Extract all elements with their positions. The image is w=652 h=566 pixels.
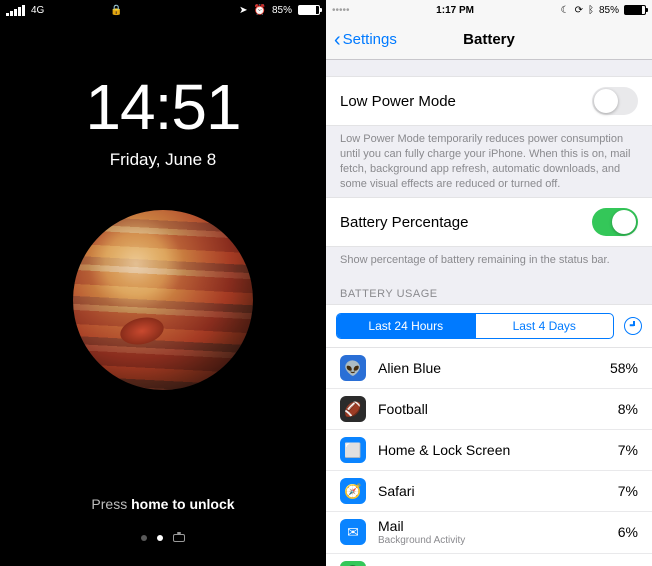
usage-range-row: Last 24 Hours Last 4 Days [326,304,652,348]
battery-settings: ••••• 1:17 PM ☾ ⟳ ᛒ 85% ‹ Settings Batte… [326,0,652,566]
app-row[interactable]: 🏈 Football 8% [326,389,652,430]
status-bar-settings: ••••• 1:17 PM ☾ ⟳ ᛒ 85% [326,0,652,20]
lpm-toggle[interactable] [592,87,638,115]
lock-icon: 🔒 [110,5,122,16]
app-percent: 6% [618,524,638,540]
nav-bar: ‹ Settings Battery [326,20,652,60]
pct-footer: Show percentage of battery remaining in … [326,247,652,274]
app-name: Football [378,402,606,417]
wallpaper-planet [73,210,253,390]
app-icon: 🏈 [340,396,366,422]
app-row[interactable]: 👽 Alien Blue 58% [326,348,652,389]
app-subtitle: Background Activity [378,535,606,546]
dnd-icon: ☾ [561,5,570,16]
app-icon: 💬 [340,561,366,566]
app-name: Safari [378,484,606,499]
page-title: Battery [326,31,652,48]
lpm-footer: Low Power Mode temporarily reduces power… [326,126,652,197]
app-percent: 7% [618,442,638,458]
app-percent: 7% [618,483,638,499]
clock-date: Friday, June 8 [0,150,326,170]
app-name: MailBackground Activity [378,519,606,545]
clock-time: 14:51 [0,70,326,144]
pct-label: Battery Percentage [340,214,468,231]
signal-bars-icon [6,5,25,16]
app-name: Alien Blue [378,361,598,376]
usage-header: Battery Usage [326,274,652,304]
app-icon: ✉ [340,519,366,545]
battery-percentage-cell[interactable]: Battery Percentage [326,197,652,247]
low-power-mode-cell[interactable]: Low Power Mode [326,76,652,126]
app-row[interactable]: 💬Messages6% [326,554,652,566]
app-percent: 8% [618,401,638,417]
app-icon: 🧭 [340,478,366,504]
app-icon: ⬜ [340,437,366,463]
clock-icon[interactable] [624,317,642,335]
lockscreen: 4G 🔒 ➤ ⏰ 85% 14:51 Friday, June 8 Press … [0,0,326,566]
status-bar-lock: 4G 🔒 ➤ ⏰ 85% [0,0,326,20]
lpm-label: Low Power Mode [340,93,456,110]
app-icon: 👽 [340,355,366,381]
app-row[interactable]: ✉ MailBackground Activity 6% [326,512,652,553]
app-row[interactable]: ⬜ Home & Lock Screen 7% [326,430,652,471]
network-label: 4G [31,5,44,16]
app-name: Home & Lock Screen [378,443,606,458]
status-time: 1:17 PM [436,5,474,16]
page-dot[interactable] [141,535,147,541]
pct-toggle[interactable] [592,208,638,236]
alarm-icon: ⏰ [254,5,266,16]
unlock-hint: Press home to unlock [0,496,326,512]
app-usage-list: 👽 Alien Blue 58% 🏈 Football 8% ⬜ Home & Lock Sc… [326,348,652,566]
range-4d[interactable]: Last 4 Days [475,314,614,338]
page-dots[interactable] [0,534,326,542]
page-dot-active[interactable] [157,535,163,541]
range-24h[interactable]: Last 24 Hours [337,314,475,338]
app-percent: 58% [610,360,638,376]
app-row[interactable]: 🧭 Safari 7% [326,471,652,512]
orientation-lock-icon: ⟳ [575,5,583,16]
battery-icon [298,5,320,15]
bluetooth-icon: ᛒ [588,5,594,16]
location-icon: ➤ [239,5,247,16]
battery-percent: 85% [599,5,619,16]
battery-icon [624,5,646,15]
battery-percent: 85% [272,5,292,16]
range-segmented[interactable]: Last 24 Hours Last 4 Days [336,313,614,339]
camera-icon[interactable] [173,534,185,542]
